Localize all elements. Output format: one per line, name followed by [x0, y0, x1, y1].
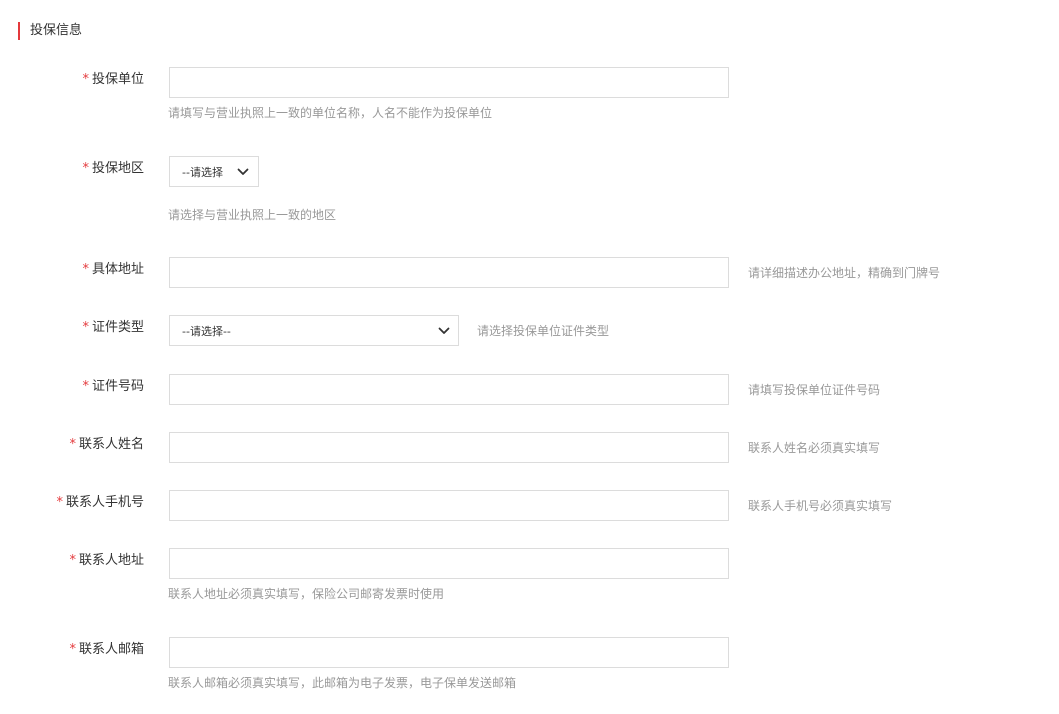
address-hint: 请详细描述办公地址，精确到门牌号	[748, 266, 941, 280]
cert-type-hint: 请选择投保单位证件类型	[477, 324, 610, 338]
region-select-value: --请选择	[182, 165, 223, 179]
section-title: 投保信息	[18, 22, 82, 40]
cert-type-label: * 证件类型	[82, 319, 144, 337]
required-mark: *	[56, 495, 63, 510]
cert-number-hint: 请填写投保单位证件号码	[748, 383, 881, 397]
chevron-down-icon	[438, 327, 450, 334]
form-row-company: * 投保单位	[0, 67, 1059, 99]
contact-address-hint: 联系人地址必须真实填写，保险公司邮寄发票时使用	[168, 587, 445, 601]
contact-phone-input[interactable]	[169, 490, 729, 521]
form-row-region: * 投保地区 --请选择	[0, 156, 1059, 188]
cert-number-label: * 证件号码	[82, 378, 144, 396]
contact-name-label: * 联系人姓名	[69, 436, 144, 454]
contact-email-input[interactable]	[169, 637, 729, 668]
required-mark: *	[69, 553, 76, 568]
company-label-text: 投保单位	[91, 72, 144, 87]
company-input[interactable]	[169, 67, 729, 98]
address-input[interactable]	[169, 257, 729, 288]
contact-phone-label: * 联系人手机号	[56, 494, 144, 512]
form-row-contact-address: * 联系人地址	[0, 548, 1059, 580]
cert-type-label-text: 证件类型	[91, 320, 144, 335]
contact-name-hint: 联系人姓名必须真实填写	[748, 441, 881, 455]
cert-number-input[interactable]	[169, 374, 729, 405]
form-row-cert-type: * 证件类型 --请选择-- 请选择投保单位证件类型	[0, 315, 1059, 347]
region-hint: 请选择与营业执照上一致的地区	[168, 208, 337, 222]
region-select[interactable]: --请选择	[169, 156, 259, 187]
required-mark: *	[82, 379, 89, 394]
contact-address-label-text: 联系人地址	[78, 553, 144, 568]
required-mark: *	[82, 161, 89, 176]
region-label: * 投保地区	[82, 160, 144, 178]
form-row-contact-phone: * 联系人手机号 联系人手机号必须真实填写	[0, 490, 1059, 522]
cert-type-select[interactable]: --请选择--	[169, 315, 459, 346]
contact-email-label-text: 联系人邮箱	[78, 642, 144, 657]
form-row-address: * 具体地址 请详细描述办公地址，精确到门牌号	[0, 257, 1059, 289]
chevron-down-icon	[237, 168, 249, 175]
contact-email-label: * 联系人邮箱	[69, 641, 144, 659]
contact-phone-hint: 联系人手机号必须真实填写	[748, 499, 893, 513]
address-label-text: 具体地址	[91, 262, 144, 277]
contact-address-label: * 联系人地址	[69, 552, 144, 570]
company-hint: 请填写与营业执照上一致的单位名称，人名不能作为投保单位	[168, 106, 493, 120]
contact-name-input[interactable]	[169, 432, 729, 463]
region-label-text: 投保地区	[91, 161, 144, 176]
required-mark: *	[82, 72, 89, 87]
cert-number-label-text: 证件号码	[91, 379, 144, 394]
required-mark: *	[82, 262, 89, 277]
required-mark: *	[82, 320, 89, 335]
contact-email-hint: 联系人邮箱必须真实填写，此邮箱为电子发票，电子保单发送邮箱	[168, 676, 517, 690]
contact-name-label-text: 联系人姓名	[78, 437, 144, 452]
contact-address-input[interactable]	[169, 548, 729, 579]
cert-type-select-value: --请选择--	[182, 324, 231, 338]
company-label: * 投保单位	[82, 71, 144, 89]
required-mark: *	[69, 642, 76, 657]
form-row-cert-number: * 证件号码 请填写投保单位证件号码	[0, 374, 1059, 406]
form-row-contact-email: * 联系人邮箱	[0, 637, 1059, 669]
form-row-contact-name: * 联系人姓名 联系人姓名必须真实填写	[0, 432, 1059, 464]
contact-phone-label-text: 联系人手机号	[65, 495, 144, 510]
required-mark: *	[69, 437, 76, 452]
address-label: * 具体地址	[82, 261, 144, 279]
